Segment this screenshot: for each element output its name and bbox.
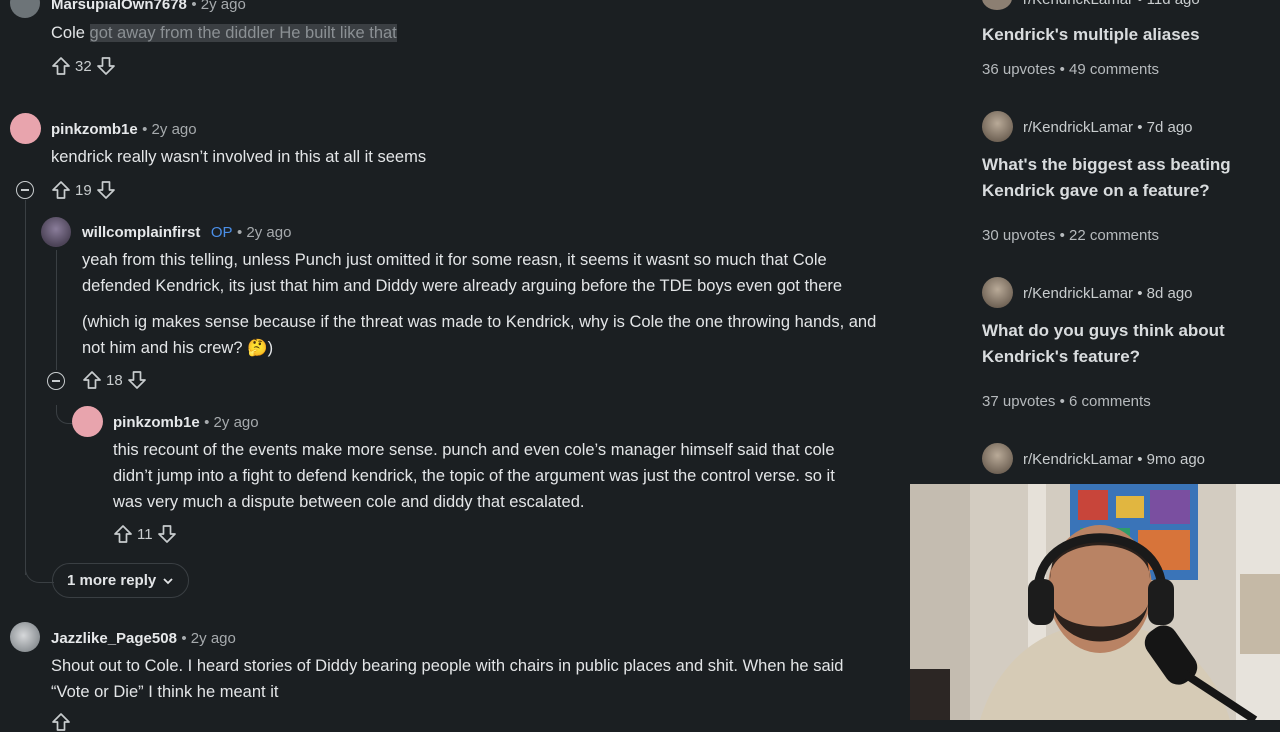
comment-header: pinkzomb1e • 2y ago — [51, 121, 197, 139]
comment-line: Shout out to Cole. I heard stories of Di… — [51, 657, 844, 675]
upvote-arrow-icon[interactable] — [51, 180, 71, 200]
stat-separator: • — [1059, 227, 1065, 244]
vote-bar: 32 — [51, 56, 116, 76]
comment-line: yeah from this telling, unless Punch jus… — [82, 251, 827, 269]
post-stats: 37 upvotes • 6 comments — [982, 393, 1151, 410]
vote-count: 18 — [106, 371, 123, 389]
comment-body: (which ig makes sense because if the thr… — [82, 309, 876, 361]
username[interactable]: willcomplainfirst — [82, 224, 200, 241]
avatar[interactable] — [10, 113, 41, 144]
vote-count: 19 — [75, 181, 92, 199]
avatar[interactable] — [41, 217, 71, 247]
comment-count: 6 comments — [1069, 393, 1151, 410]
upvote-count: 37 upvotes — [982, 393, 1056, 410]
comment-line: was very much a dispute between cole and… — [113, 493, 585, 511]
username[interactable]: pinkzomb1e — [51, 121, 138, 138]
post-subreddit[interactable]: r/KendrickLamar • 7d ago — [1023, 119, 1193, 136]
chevron-down-icon — [163, 577, 173, 584]
vote-count: 32 — [75, 57, 92, 75]
post-stats: 36 upvotes • 49 comments — [982, 61, 1159, 78]
downvote-arrow-icon[interactable] — [96, 180, 116, 200]
upvote-arrow-icon[interactable] — [113, 524, 133, 544]
post-title-line: What do you guys think about — [982, 321, 1225, 340]
post-title[interactable]: What do you guys think about Kendrick's … — [982, 318, 1225, 370]
downvote-arrow-icon[interactable] — [127, 370, 147, 390]
post-title-line: Kendrick's feature? — [982, 347, 1141, 366]
avatar[interactable] — [10, 622, 40, 652]
post-stats: 30 upvotes • 22 comments — [982, 227, 1159, 244]
post-subreddit[interactable]: r/KendrickLamar • 11d ago — [1023, 0, 1200, 8]
vote-bar — [51, 712, 71, 732]
post-title-line: What's the biggest ass beating — [982, 155, 1231, 174]
comment-body: Shout out to Cole. I heard stories of Di… — [51, 653, 911, 705]
thread-connector — [25, 560, 54, 583]
comment-line: (which ig makes sense because if the thr… — [82, 313, 877, 331]
webcam-image — [910, 484, 1280, 720]
upvote-arrow-icon[interactable] — [82, 370, 102, 390]
post-subreddit[interactable]: r/KendrickLamar • 8d ago — [1023, 285, 1193, 302]
comment-text: Cole — [51, 24, 90, 42]
comment-age: • 2y ago — [181, 630, 236, 647]
post-title[interactable]: Kendrick's multiple aliases — [982, 22, 1200, 48]
avatar[interactable] — [10, 0, 40, 18]
comment-header: MarsupialOwn7678 • 2y ago — [51, 0, 246, 14]
vote-bar: 18 — [82, 370, 147, 390]
post-title-line: Kendrick gave on a feature? — [982, 181, 1210, 200]
comment-line: “Vote or Die” I think he meant it — [51, 683, 279, 701]
more-replies-label: 1 more reply — [67, 572, 157, 589]
post-title-line: Kendrick's multiple aliases — [982, 25, 1200, 44]
comment-line: defended Kendrick, its just that him and… — [82, 277, 843, 295]
upvote-count: 36 upvotes — [982, 61, 1056, 78]
more-replies-button[interactable]: 1 more reply — [52, 563, 190, 598]
comment-age: • 2y ago — [142, 121, 197, 138]
comment-body: Cole got away from the diddler He built … — [51, 20, 397, 46]
vote-count: 11 — [137, 525, 153, 543]
comment-count: 49 comments — [1069, 61, 1160, 78]
comment-age: • 2y ago — [191, 0, 246, 13]
subreddit-avatar[interactable] — [982, 277, 1013, 308]
downvote-arrow-icon[interactable] — [96, 56, 116, 76]
comment-header: Jazzlike_Page508 • 2y ago — [51, 630, 236, 648]
comment-body: yeah from this telling, unless Punch jus… — [82, 247, 842, 299]
comment-header: pinkzomb1e • 2y ago — [113, 414, 259, 432]
subreddit-avatar[interactable] — [982, 0, 1012, 10]
comment-body: this recount of the events make more sen… — [113, 437, 835, 515]
stat-separator: • — [1059, 393, 1065, 410]
thread-line — [25, 200, 26, 575]
upvote-arrow-icon[interactable] — [51, 56, 71, 76]
comment-line: didn’t jump into a fight to defend kendr… — [113, 467, 835, 485]
upvote-count: 30 upvotes — [982, 227, 1056, 244]
subreddit-avatar[interactable] — [982, 111, 1013, 142]
comment-header: willcomplainfirst OP • 2y ago — [82, 224, 291, 242]
webcam-overlay — [910, 484, 1280, 720]
selected-text: got away from the diddler He built like … — [89, 24, 397, 42]
username[interactable]: MarsupialOwn7678 — [51, 0, 187, 13]
comment-line: not him and his crew? 🤔) — [82, 339, 274, 357]
avatar[interactable] — [72, 406, 103, 437]
thread-line — [56, 250, 57, 370]
vote-bar: 11 — [113, 524, 177, 544]
vote-bar: 19 — [51, 180, 116, 200]
op-badge: OP — [210, 224, 233, 241]
comment-count: 22 comments — [1069, 227, 1160, 244]
comment-age: • 2y ago — [204, 414, 259, 431]
comment-body: kendrick really wasn’t involved in this … — [51, 148, 427, 166]
post-title[interactable]: What's the biggest ass beating Kendrick … — [982, 152, 1231, 204]
stat-separator: • — [1059, 61, 1065, 78]
collapse-minus-icon[interactable] — [47, 372, 65, 390]
upvote-arrow-icon[interactable] — [51, 712, 71, 732]
comment-age: • 2y ago — [236, 224, 292, 241]
username[interactable]: pinkzomb1e — [113, 414, 200, 431]
username[interactable]: Jazzlike_Page508 — [51, 630, 177, 647]
subreddit-avatar[interactable] — [982, 443, 1013, 474]
collapse-minus-icon[interactable] — [16, 181, 34, 199]
downvote-arrow-icon[interactable] — [157, 524, 177, 544]
post-subreddit[interactable]: r/KendrickLamar • 9mo ago — [1023, 451, 1205, 468]
comment-line: this recount of the events make more sen… — [113, 441, 835, 459]
thread-connector — [56, 405, 73, 424]
